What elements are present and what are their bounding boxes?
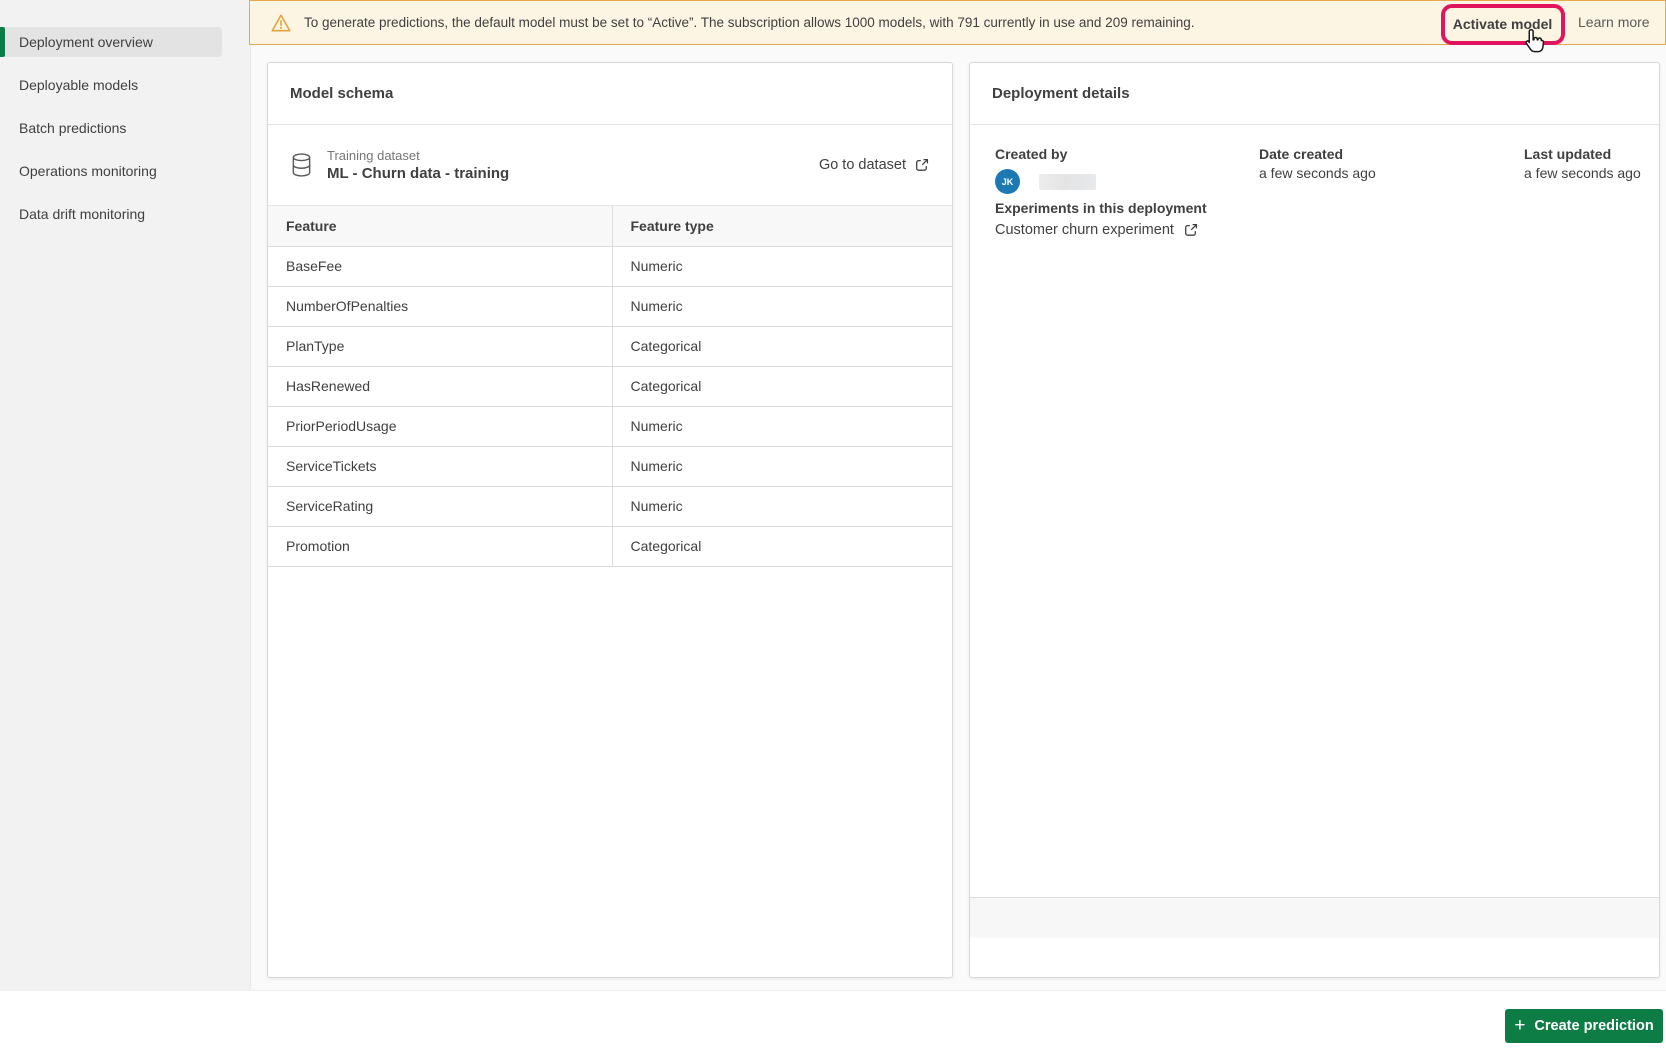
warning-banner: To generate predictions, the default mod… <box>249 0 1666 45</box>
experiment-link[interactable]: Customer churn experiment <box>995 222 1207 238</box>
feature-cell: ServiceRating <box>268 486 612 526</box>
created-by-block: Created by JK <box>995 145 1096 194</box>
sidebar-item-label: Deployment overview <box>0 34 153 50</box>
table-row: ServiceRating Numeric <box>268 486 952 526</box>
table-row: PlanType Categorical <box>268 326 952 366</box>
feature-type-cell: Categorical <box>612 526 952 566</box>
feature-type-cell: Categorical <box>612 366 952 406</box>
date-created-value: a few seconds ago <box>1259 164 1376 183</box>
go-to-dataset-link[interactable]: Go to dataset <box>819 157 930 173</box>
learn-more-link[interactable]: Learn more <box>1578 14 1650 30</box>
training-dataset-info: Training dataset ML - Churn data - train… <box>327 147 509 184</box>
training-dataset-row: Training dataset ML - Churn data - train… <box>268 125 952 206</box>
sidebar-item-label: Operations monitoring <box>0 163 157 179</box>
sidebar-item-deployable-models[interactable]: Deployable models <box>0 70 222 100</box>
experiments-label: Experiments in this deployment <box>995 199 1207 218</box>
deployment-details-title: Deployment details <box>970 63 1659 125</box>
bottom-action-bar: + Create prediction <box>0 990 1666 1051</box>
sidebar-item-data-drift-monitoring[interactable]: Data drift monitoring <box>0 199 222 229</box>
feature-type-cell: Numeric <box>612 286 952 326</box>
feature-type-cell: Numeric <box>612 446 952 486</box>
sidebar-item-label: Data drift monitoring <box>0 206 145 222</box>
feature-type-cell: Numeric <box>612 406 952 446</box>
table-row: PriorPeriodUsage Numeric <box>268 406 952 446</box>
column-header-feature-type: Feature type <box>612 206 952 246</box>
training-dataset-name: ML - Churn data - training <box>327 164 509 184</box>
avatar: JK <box>995 169 1020 194</box>
last-updated-label: Last updated <box>1524 145 1641 164</box>
sidebar-item-operations-monitoring[interactable]: Operations monitoring <box>0 156 222 186</box>
feature-cell: PlanType <box>268 326 612 366</box>
training-dataset-label: Training dataset <box>327 147 509 164</box>
plus-icon: + <box>1514 1016 1525 1035</box>
model-schema-card: Model schema Training dataset ML - Churn… <box>267 62 953 978</box>
deployment-details-footer <box>970 897 1659 938</box>
date-created-label: Date created <box>1259 145 1376 164</box>
table-row: ServiceTickets Numeric <box>268 446 952 486</box>
external-link-icon <box>1183 222 1199 238</box>
database-icon <box>290 151 313 179</box>
deployment-page: Deployment overview Deployable models Ba… <box>0 0 1666 1051</box>
created-by-redacted-name <box>1039 174 1096 190</box>
feature-type-cell: Numeric <box>612 246 952 286</box>
create-prediction-button[interactable]: + Create prediction <box>1505 1009 1663 1043</box>
table-row: Promotion Categorical <box>268 526 952 566</box>
external-link-icon <box>914 157 930 173</box>
feature-cell: NumberOfPenalties <box>268 286 612 326</box>
table-row: NumberOfPenalties Numeric <box>268 286 952 326</box>
sidebar-item-label: Batch predictions <box>0 120 126 136</box>
create-prediction-label: Create prediction <box>1534 1018 1653 1034</box>
created-by-label: Created by <box>995 145 1096 164</box>
last-updated-block: Last updated a few seconds ago <box>1524 145 1641 183</box>
feature-cell: Promotion <box>268 526 612 566</box>
feature-table-header-row: Feature Feature type <box>268 206 952 246</box>
feature-cell: HasRenewed <box>268 366 612 406</box>
model-schema-title: Model schema <box>268 63 952 125</box>
sidebar-item-batch-predictions[interactable]: Batch predictions <box>0 113 222 143</box>
deployment-details-card: Deployment details Created by JK Date cr… <box>969 62 1660 978</box>
warning-triangle-icon <box>270 12 292 34</box>
deployment-details-body: Created by JK Date created a few seconds… <box>970 125 1659 938</box>
table-row: BaseFee Numeric <box>268 246 952 286</box>
sidebar: Deployment overview Deployable models Ba… <box>0 0 251 990</box>
feature-table: Feature Feature type BaseFee Numeric Num… <box>268 206 952 567</box>
sidebar-item-label: Deployable models <box>0 77 138 93</box>
feature-cell: ServiceTickets <box>268 446 612 486</box>
date-created-block: Date created a few seconds ago <box>1259 145 1376 183</box>
table-row: HasRenewed Categorical <box>268 366 952 406</box>
activate-model-button[interactable]: Activate model <box>1446 10 1559 38</box>
go-to-dataset-label: Go to dataset <box>819 157 906 173</box>
feature-type-cell: Categorical <box>612 326 952 366</box>
sidebar-item-deployment-overview[interactable]: Deployment overview <box>0 27 222 57</box>
feature-cell: PriorPeriodUsage <box>268 406 612 446</box>
last-updated-value: a few seconds ago <box>1524 164 1641 183</box>
banner-message: To generate predictions, the default mod… <box>304 15 1195 30</box>
experiment-link-label: Customer churn experiment <box>995 222 1174 238</box>
feature-cell: BaseFee <box>268 246 612 286</box>
column-header-feature: Feature <box>268 206 612 246</box>
feature-type-cell: Numeric <box>612 486 952 526</box>
experiments-block: Experiments in this deployment Customer … <box>995 199 1207 238</box>
